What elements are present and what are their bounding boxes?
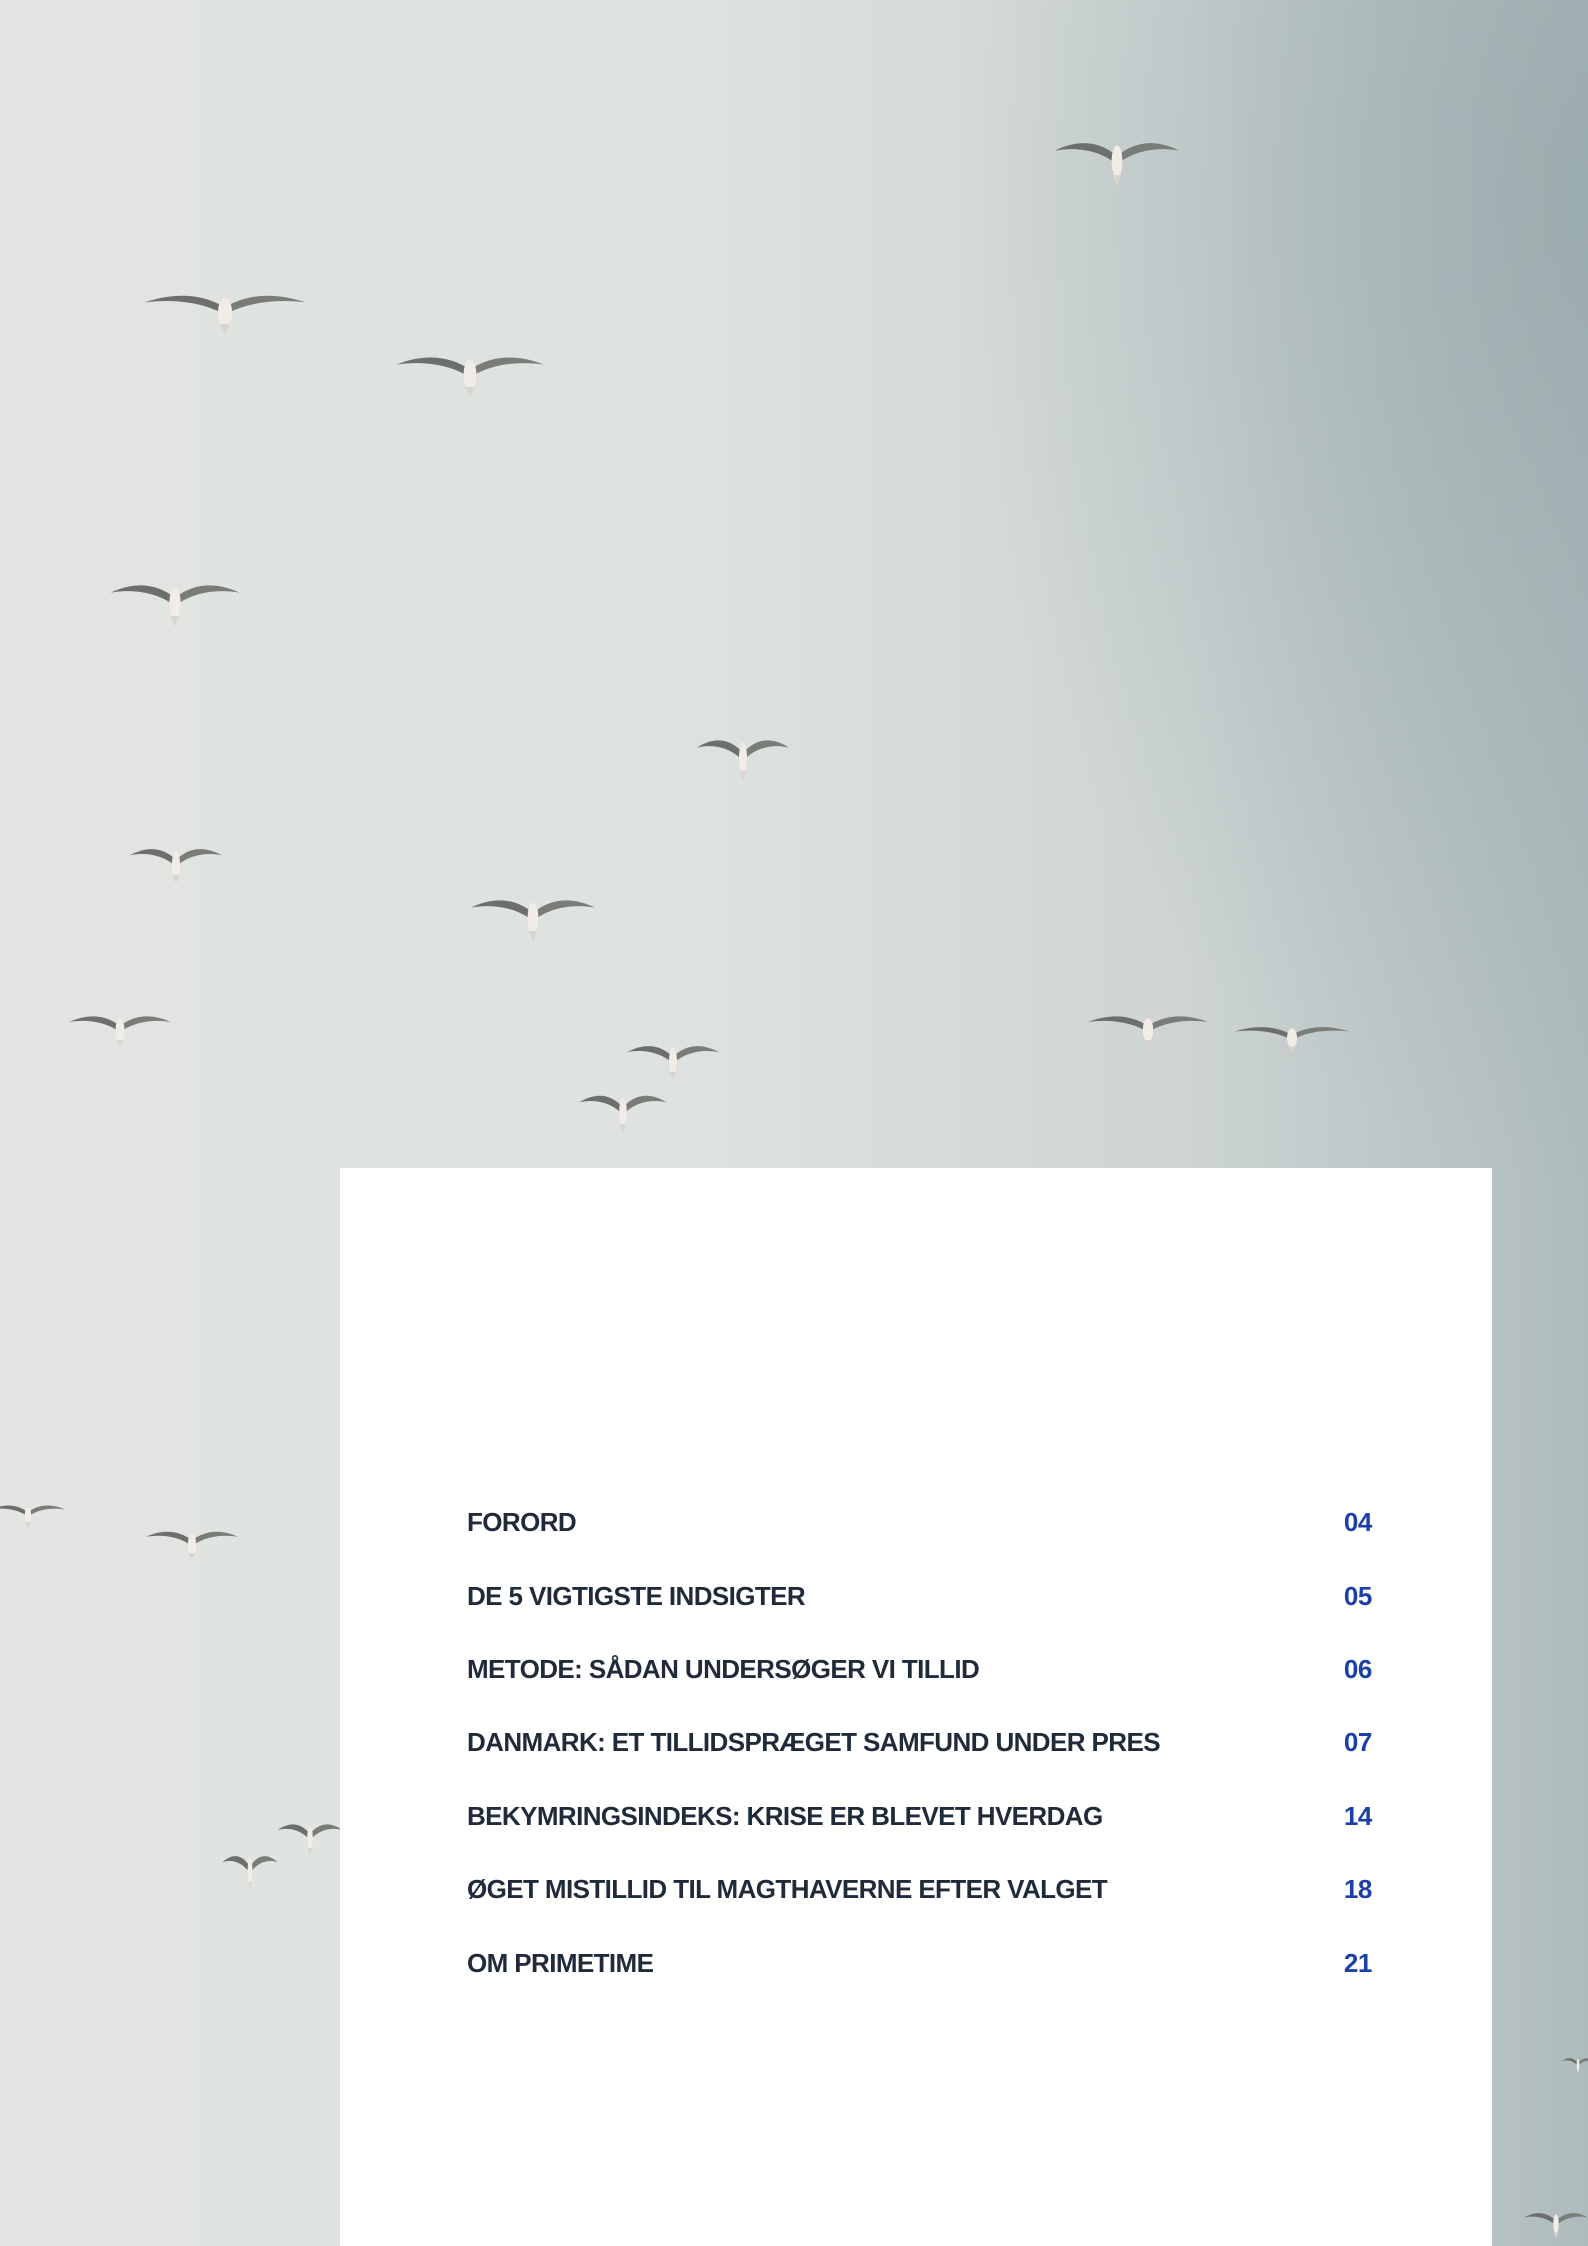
toc-entry-title: METODE: SÅDAN UNDERSØGER VI TILLID <box>467 1653 980 1684</box>
toc-entry-metode[interactable]: METODE: SÅDAN UNDERSØGER VI TILLID 06 <box>467 1633 1372 1706</box>
toc-entry-page-number: 07 <box>1343 1727 1373 1758</box>
toc-entry-page-number: 21 <box>1343 1947 1373 1978</box>
toc-entry-page-number: 14 <box>1343 1800 1373 1831</box>
toc-entry-danmark[interactable]: DANMARK: ET TILLIDSPRÆGET SAMFUND UNDER … <box>467 1706 1372 1779</box>
toc-entry-mistillid[interactable]: ØGET MISTILLID TIL MAGTHAVERNE EFTER VAL… <box>467 1853 1372 1926</box>
toc-entry-title: FORORD <box>467 1507 577 1538</box>
toc-entry-page-number: 18 <box>1343 1874 1373 1905</box>
toc-entry-page-number: 06 <box>1343 1653 1373 1684</box>
toc-entry-title: DE 5 VIGTIGSTE INDSIGTER <box>467 1580 806 1611</box>
toc-entry-page-number: 04 <box>1343 1507 1373 1538</box>
toc-entry-title: ØGET MISTILLID TIL MAGTHAVERNE EFTER VAL… <box>467 1874 1108 1905</box>
toc-entry-page-number: 05 <box>1343 1580 1373 1611</box>
toc-entry-title: BEKYMRINGSINDEKS: KRISE ER BLEVET HVERDA… <box>467 1800 1103 1831</box>
toc-entry-om-primetime[interactable]: OM PRIMETIME 21 <box>467 1926 1372 1999</box>
toc-entry-title: DANMARK: ET TILLIDSPRÆGET SAMFUND UNDER … <box>467 1727 1161 1758</box>
table-of-contents: FORORD 04 DE 5 VIGTIGSTE INDSIGTER 05 ME… <box>467 1486 1372 2000</box>
table-of-contents-card: FORORD 04 DE 5 VIGTIGSTE INDSIGTER 05 ME… <box>340 1168 1492 2246</box>
toc-entry-forord[interactable]: FORORD 04 <box>467 1486 1372 1559</box>
toc-entry-indsigter[interactable]: DE 5 VIGTIGSTE INDSIGTER 05 <box>467 1559 1372 1632</box>
toc-entry-bekymringsindeks[interactable]: BEKYMRINGSINDEKS: KRISE ER BLEVET HVERDA… <box>467 1780 1372 1853</box>
toc-entry-title: OM PRIMETIME <box>467 1947 654 1978</box>
